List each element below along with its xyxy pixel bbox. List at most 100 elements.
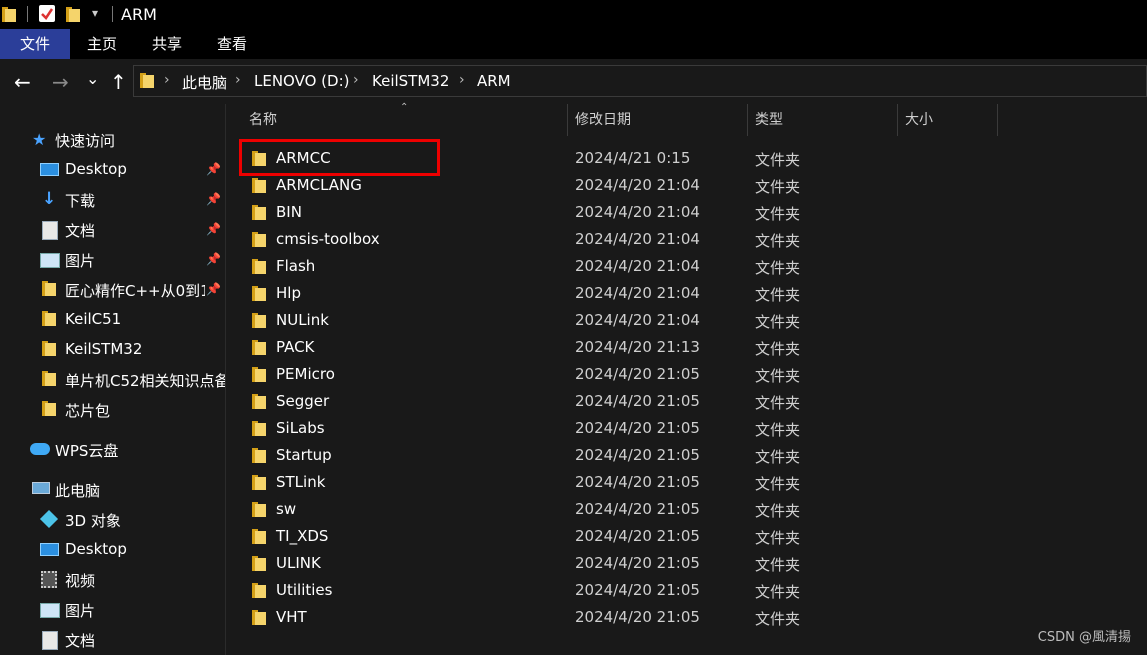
- file-row[interactable]: Hlp 2024/4/20 21:04 文件夹: [238, 280, 1138, 307]
- sidebar-item-videos[interactable]: 视频: [0, 565, 225, 595]
- window-title: ARM: [121, 5, 157, 24]
- sidebar-item-documents[interactable]: 文档: [0, 625, 225, 655]
- sidebar-item-wps-cloud[interactable]: WPS云盘: [0, 435, 225, 465]
- pin-icon[interactable]: 📌: [206, 162, 221, 176]
- pin-icon[interactable]: 📌: [206, 222, 221, 236]
- title-bar: ▾ ARM: [0, 0, 1147, 29]
- sidebar-item-label: WPS云盘: [55, 442, 119, 460]
- file-type: 文件夹: [755, 286, 801, 304]
- pin-icon[interactable]: 📌: [206, 192, 221, 206]
- breadcrumb-this-pc[interactable]: 此电脑: [182, 72, 227, 93]
- file-row[interactable]: PEMicro 2024/4/20 21:05 文件夹: [238, 361, 1138, 388]
- file-date: 2024/4/20 21:04: [575, 176, 700, 194]
- download-icon: ↓: [42, 189, 57, 209]
- file-row[interactable]: TI_XDS 2024/4/20 21:05 文件夹: [238, 523, 1138, 550]
- file-type: 文件夹: [755, 610, 801, 628]
- column-header-name[interactable]: 名称: [249, 104, 277, 136]
- sidebar-item-folder[interactable]: KeilSTM32: [0, 335, 225, 365]
- file-name: Utilities: [276, 581, 333, 599]
- folder-icon: [252, 259, 266, 278]
- folder-icon: [42, 401, 56, 420]
- breadcrumb-drive[interactable]: LENOVO (D:): [254, 72, 349, 90]
- sidebar-item-label: 下载: [65, 192, 96, 210]
- file-row[interactable]: Flash 2024/4/20 21:04 文件夹: [238, 253, 1138, 280]
- sidebar-item-folder[interactable]: 匠心精作C++从0到1 📌: [0, 275, 225, 305]
- sidebar-item-label: 文档: [65, 222, 96, 240]
- column-divider[interactable]: [897, 104, 898, 136]
- quick-access[interactable]: ★ 快速访问: [0, 125, 225, 155]
- sidebar-item-downloads[interactable]: ↓ 下载 📌: [0, 185, 225, 215]
- file-name: Flash: [276, 257, 316, 275]
- file-row[interactable]: ARMCLANG 2024/4/20 21:04 文件夹: [238, 172, 1138, 199]
- file-row[interactable]: cmsis-toolbox 2024/4/20 21:04 文件夹: [238, 226, 1138, 253]
- folder-icon: [252, 583, 266, 602]
- pictures-icon: [40, 253, 60, 268]
- sidebar-item-label: 文档: [65, 632, 96, 650]
- file-row[interactable]: ULINK 2024/4/20 21:05 文件夹: [238, 550, 1138, 577]
- up-button[interactable]: ↑: [110, 72, 127, 92]
- tab-home[interactable]: 主页: [78, 29, 126, 59]
- tab-view[interactable]: 查看: [208, 29, 256, 59]
- file-row[interactable]: Startup 2024/4/20 21:05 文件夹: [238, 442, 1138, 469]
- sidebar-item-folder[interactable]: 单片机C52相关知识点备: [0, 365, 225, 395]
- file-list: ⌃ 名称 修改日期 类型 大小 ARMCC 2024/4/21 0:15 文件夹 AR…: [226, 102, 1147, 655]
- file-row[interactable]: Utilities 2024/4/20 21:05 文件夹: [238, 577, 1138, 604]
- file-row[interactable]: PACK 2024/4/20 21:13 文件夹: [238, 334, 1138, 361]
- column-header-size[interactable]: 大小: [905, 104, 933, 136]
- column-divider[interactable]: [997, 104, 998, 136]
- pin-icon[interactable]: 📌: [206, 252, 221, 266]
- back-button[interactable]: ←: [14, 72, 31, 92]
- sidebar-item-pictures[interactable]: 图片 📌: [0, 245, 225, 275]
- sidebar-item-pictures[interactable]: 图片: [0, 595, 225, 625]
- sidebar-item-label: Desktop: [65, 540, 127, 558]
- star-icon: ★: [32, 130, 47, 149]
- sidebar-item-label: KeilSTM32: [65, 340, 143, 358]
- recent-locations-button[interactable]: ⌄: [86, 69, 99, 89]
- sidebar-item-3d-objects[interactable]: 3D 对象: [0, 505, 225, 535]
- file-type: 文件夹: [755, 529, 801, 547]
- file-row[interactable]: BIN 2024/4/20 21:04 文件夹: [238, 199, 1138, 226]
- column-header-date[interactable]: 修改日期: [575, 104, 631, 136]
- file-date: 2024/4/20 21:05: [575, 392, 700, 410]
- file-row[interactable]: VHT 2024/4/20 21:05 文件夹: [238, 604, 1138, 631]
- forward-button[interactable]: →: [52, 72, 69, 92]
- file-row[interactable]: Segger 2024/4/20 21:05 文件夹: [238, 388, 1138, 415]
- file-row[interactable]: SiLabs 2024/4/20 21:05 文件夹: [238, 415, 1138, 442]
- sidebar-item-folder[interactable]: 芯片包: [0, 395, 225, 425]
- file-type: 文件夹: [755, 313, 801, 331]
- file-date: 2024/4/20 21:05: [575, 581, 700, 599]
- column-header-type[interactable]: 类型: [755, 104, 783, 136]
- new-folder-icon[interactable]: [66, 7, 80, 26]
- sidebar-item-label: 此电脑: [55, 482, 101, 500]
- column-divider[interactable]: [567, 104, 568, 136]
- document-icon: [42, 631, 58, 650]
- file-row[interactable]: NULink 2024/4/20 21:04 文件夹: [238, 307, 1138, 334]
- chevron-right-icon[interactable]: ›: [235, 72, 241, 88]
- tab-share[interactable]: 共享: [143, 29, 191, 59]
- breadcrumb-keilstm32[interactable]: KeilSTM32: [372, 72, 449, 90]
- properties-icon[interactable]: [39, 5, 55, 22]
- chevron-right-icon[interactable]: ›: [164, 72, 170, 88]
- tab-file[interactable]: 文件: [0, 29, 70, 59]
- file-date: 2024/4/20 21:05: [575, 446, 700, 464]
- chevron-right-icon[interactable]: ›: [353, 72, 359, 88]
- file-type: 文件夹: [755, 475, 801, 493]
- chevron-right-icon[interactable]: ›: [459, 72, 465, 88]
- sidebar-item-desktop[interactable]: Desktop: [0, 535, 225, 565]
- file-date: 2024/4/21 0:15: [575, 149, 691, 167]
- address-bar[interactable]: › 此电脑 › LENOVO (D:) › KeilSTM32 › ARM: [133, 65, 1147, 97]
- sidebar-item-documents[interactable]: 文档 📌: [0, 215, 225, 245]
- sidebar-item-label: KeilC51: [65, 310, 122, 328]
- folder-icon: [2, 7, 16, 26]
- quick-access-toolbar-dropdown-icon[interactable]: ▾: [92, 6, 98, 20]
- column-divider[interactable]: [747, 104, 748, 136]
- breadcrumb-arm[interactable]: ARM: [477, 72, 511, 90]
- file-row[interactable]: sw 2024/4/20 21:05 文件夹: [238, 496, 1138, 523]
- file-row[interactable]: STLink 2024/4/20 21:05 文件夹: [238, 469, 1138, 496]
- sidebar-item-folder[interactable]: KeilC51: [0, 305, 225, 335]
- sidebar-item-this-pc[interactable]: 此电脑: [0, 475, 225, 505]
- file-name: Hlp: [276, 284, 301, 302]
- pin-icon[interactable]: 📌: [206, 282, 221, 296]
- sidebar-item-desktop[interactable]: Desktop 📌: [0, 155, 225, 185]
- file-date: 2024/4/20 21:04: [575, 284, 700, 302]
